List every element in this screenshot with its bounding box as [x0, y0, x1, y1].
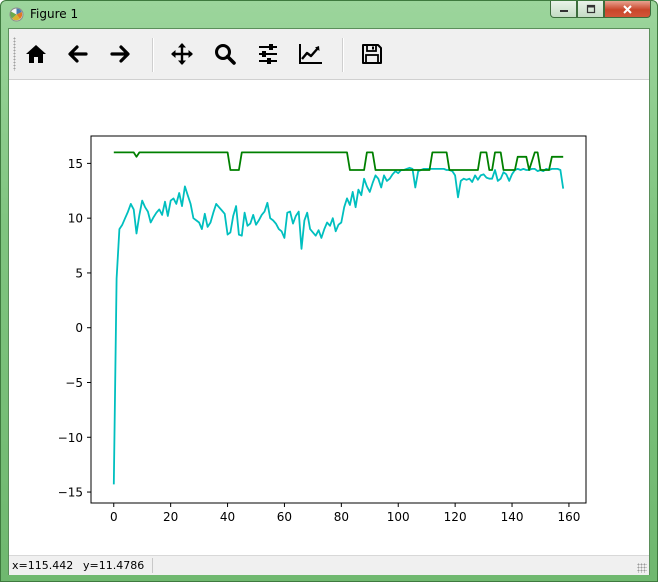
- close-icon: [623, 4, 632, 14]
- zoom-magnifier-icon: [215, 44, 236, 65]
- back-button[interactable]: [62, 38, 94, 70]
- toolbar-grip[interactable]: [13, 37, 16, 71]
- matplotlib-app-icon: [9, 7, 24, 22]
- minimize-icon: [559, 10, 568, 12]
- y-tick-label: 10: [68, 212, 83, 226]
- figure-canvas[interactable]: 0 20 40 60 80 100 120 140 160 −15 −10 −5 0 5 10 15: [9, 80, 649, 555]
- navigation-toolbar: [9, 29, 649, 80]
- window-title: Figure 1: [30, 7, 79, 21]
- toolbar-separator: [342, 38, 344, 72]
- series-line-1: [112, 166, 565, 485]
- pan-move-icon: [171, 43, 193, 65]
- y-tick-label: 0: [75, 321, 83, 335]
- figure-client-area: 0 20 40 60 80 100 120 140 160 −15 −10 −5 0 5 10 15 x=11…: [8, 28, 650, 575]
- back-arrow-icon: [68, 45, 88, 63]
- figure-window: Figure 1 0 20 40 60 80 100 120 140 160 −…: [0, 0, 658, 582]
- home-icon: [26, 45, 46, 63]
- x-tick-label: 60: [277, 510, 292, 524]
- x-tick-label: 40: [220, 510, 235, 524]
- x-tick-label: 140: [501, 510, 524, 524]
- x-tick-label: 0: [110, 510, 118, 524]
- x-tick-label: 160: [557, 510, 580, 524]
- x-tick-label: 80: [334, 510, 349, 524]
- title-bar[interactable]: Figure 1: [1, 1, 657, 27]
- status-divider: [152, 558, 153, 573]
- zoom-button[interactable]: [209, 38, 241, 70]
- minimize-button[interactable]: [550, 1, 577, 18]
- configure-subplots-button[interactable]: [252, 38, 284, 70]
- cursor-x-readout: x=115.442: [12, 559, 74, 572]
- x-tick-label: 20: [163, 510, 178, 524]
- pan-button[interactable]: [166, 38, 198, 70]
- edit-axis-button[interactable]: [295, 38, 327, 70]
- line-chart[interactable]: 0 20 40 60 80 100 120 140 160 −15 −10 −5 0 5 10 15: [9, 80, 649, 555]
- cursor-y-readout: y=11.4786: [83, 559, 145, 572]
- save-button[interactable]: [356, 38, 388, 70]
- forward-button[interactable]: [104, 38, 136, 70]
- maximize-button[interactable]: [577, 1, 604, 18]
- x-tick-label: 100: [387, 510, 410, 524]
- resize-grip[interactable]: [637, 563, 647, 573]
- configure-subplots-icon: [259, 44, 277, 64]
- maximize-icon: [586, 4, 595, 14]
- home-button[interactable]: [20, 38, 52, 70]
- y-tick-label: −5: [65, 376, 83, 390]
- y-tick-label: −15: [58, 486, 83, 500]
- toolbar-separator: [152, 38, 154, 72]
- close-button[interactable]: [604, 1, 651, 18]
- forward-arrow-icon: [110, 45, 130, 63]
- window-controls: [550, 1, 651, 20]
- axes-frame: [90, 135, 587, 504]
- save-floppy-icon: [362, 44, 382, 64]
- series-line-2: [113, 151, 564, 171]
- y-tick-label: −10: [58, 431, 83, 445]
- y-tick-label: 5: [75, 266, 83, 280]
- y-tick-label: 15: [68, 157, 83, 171]
- status-bar: x=115.442 y=11.4786: [9, 555, 649, 575]
- x-tick-label: 120: [444, 510, 467, 524]
- edit-axis-icon: [299, 44, 322, 64]
